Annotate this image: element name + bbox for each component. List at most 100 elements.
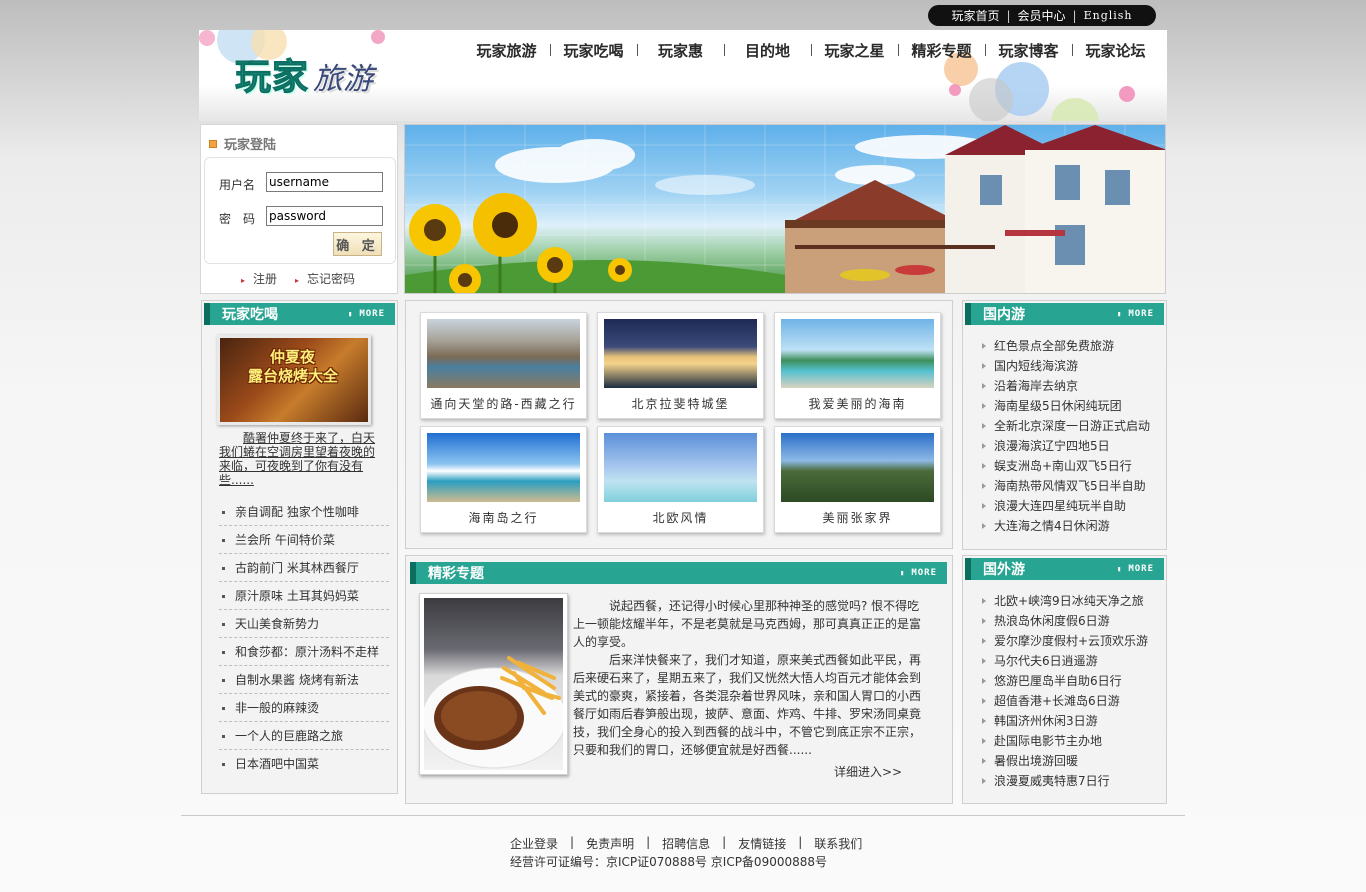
domestic-panel-title: 国内游 [983, 307, 1025, 323]
list-item[interactable]: 天山美食新势力 [219, 610, 389, 638]
footer-link-enterprise-login[interactable]: 企业登录 [510, 835, 558, 852]
decor-bubble [969, 78, 1013, 121]
password-input[interactable] [266, 206, 383, 226]
list-item[interactable]: 爱尔摩沙度假村+云顶欢乐游 [980, 631, 1148, 651]
nav-item-food[interactable]: 玩家吃喝 [550, 40, 637, 61]
login-panel: 玩家登陆 用户名 密 码 确 定 ▸ 注册 ▸ 忘记密码 [200, 124, 398, 294]
steak-photo-inner [424, 598, 563, 770]
footer-link-disclaimer[interactable]: 免责声明 [586, 835, 634, 852]
login-links: ▸ 注册 ▸ 忘记密码 [241, 270, 355, 287]
username-input[interactable] [266, 172, 383, 192]
member-center-link[interactable]: 会员中心 [1018, 7, 1066, 24]
food-more-link[interactable]: MORE [348, 309, 385, 319]
list-item[interactable]: 北欧+峡湾9日冰纯天净之旅 [980, 591, 1148, 611]
nav-item-forum[interactable]: 玩家论坛 [1072, 40, 1159, 61]
photo-grid-panel: 通向天堂的路-西藏之行 北京拉斐特城堡 我爱美丽的海南 海南岛之行 北欧风情 美… [405, 300, 953, 549]
list-item[interactable]: 悠游巴厘岛半自助6日行 [980, 671, 1148, 691]
list-item[interactable]: 超值香港+长滩岛6日游 [980, 691, 1148, 711]
separator: | [646, 835, 651, 849]
feature-paragraph: 后来洋快餐来了，我们才知道，原来美式西餐如此平民，再后来硬石来了，星期五来了，我… [573, 653, 922, 757]
footer-link-jobs[interactable]: 招聘信息 [662, 835, 710, 852]
list-item[interactable]: 和食莎都：原汁汤料不走样 [219, 638, 389, 666]
hero-banner [404, 124, 1166, 294]
nav-item-destination[interactable]: 目的地 [724, 40, 811, 61]
list-item[interactable]: 非一般的麻辣烫 [219, 694, 389, 722]
home-link[interactable]: 玩家首页 [951, 7, 999, 24]
list-item[interactable]: 赴国际电影节主办地 [980, 731, 1148, 751]
list-item[interactable]: 兰会所 午间特价菜 [219, 526, 389, 554]
photo-card-tibet[interactable]: 通向天堂的路-西藏之行 [420, 312, 587, 419]
list-item[interactable]: 亲自调配 独家个性咖啡 [219, 498, 389, 526]
list-item[interactable]: 全新北京深度一日游正式启动 [980, 416, 1150, 436]
feature-more-link[interactable]: MORE [900, 568, 937, 578]
list-item[interactable]: 海南热带风情双飞5日半自助 [980, 476, 1150, 496]
list-item[interactable]: 浪漫海滨辽宁四地5日 [980, 436, 1150, 456]
photo-caption: 海南岛之行 [468, 511, 539, 525]
food-panel: 玩家吃喝 MORE 仲夏夜 露台烧烤大全 酷署仲夏终于来了，白天我们蜷在空调房里… [201, 300, 398, 794]
photo-hainan-sea [781, 319, 934, 388]
separator: | [798, 835, 803, 849]
overseas-travel-panel: 国外游 MORE 北欧+峡湾9日冰纯天净之旅 热浪岛休闲度假6日游 爱尔摩沙度假… [962, 555, 1167, 804]
site-header: 玩家 旅游 玩家旅游 玩家吃喝 玩家惠 目的地 玩家之星 精彩专题 玩家博客 玩… [199, 30, 1167, 121]
logo-text-main: 玩家 [234, 57, 310, 99]
list-item[interactable]: 马尔代夫6日逍遥游 [980, 651, 1148, 671]
overseas-list: 北欧+峡湾9日冰纯天净之旅 热浪岛休闲度假6日游 爱尔摩沙度假村+云顶欢乐游 马… [980, 591, 1148, 791]
english-link[interactable]: English [1084, 9, 1133, 22]
list-item[interactable]: 日本酒吧中国菜 [219, 750, 389, 778]
nav-item-topics[interactable]: 精彩专题 [898, 40, 985, 61]
photo-nordic [604, 433, 757, 502]
photo-card-castle[interactable]: 北京拉斐特城堡 [597, 312, 764, 419]
site-logo[interactable]: 玩家 旅游 [234, 48, 374, 100]
list-item[interactable]: 韩国济州休闲3日游 [980, 711, 1148, 731]
forgot-password-link[interactable]: ▸ 忘记密码 [295, 270, 355, 287]
photo-card-nordic[interactable]: 北欧风情 [597, 426, 764, 533]
separator: | [570, 835, 575, 849]
list-item[interactable]: 热浪岛休闲度假6日游 [980, 611, 1148, 631]
list-item[interactable]: 暑假出境游回暖 [980, 751, 1148, 771]
bbq-promo-image[interactable]: 仲夏夜 露台烧烤大全 [217, 335, 371, 425]
photo-caption: 北欧风情 [652, 511, 709, 525]
list-item[interactable]: 古韵前门 米其林西餐厅 [219, 554, 389, 582]
forgot-label: 忘记密码 [307, 272, 356, 286]
decor-bubble [371, 30, 385, 44]
photo-card-hainan-island[interactable]: 海南岛之行 [420, 426, 587, 533]
password-label: 密 码 [219, 212, 256, 226]
list-item[interactable]: 一个人的巨鹿路之旅 [219, 722, 389, 750]
list-item[interactable]: 浪漫夏威夷特惠7日行 [980, 771, 1148, 791]
list-item[interactable]: 沿着海岸去纳京 [980, 376, 1150, 396]
overseas-panel-title: 国外游 [983, 562, 1025, 578]
nav-item-blog[interactable]: 玩家博客 [985, 40, 1072, 61]
steak-photo[interactable] [419, 593, 568, 775]
list-item[interactable]: 蜈支洲岛+南山双飞5日行 [980, 456, 1150, 476]
nav-item-stars[interactable]: 玩家之星 [811, 40, 898, 61]
food-panel-header: 玩家吃喝 MORE [204, 303, 395, 325]
list-item[interactable]: 原汁原味 土耳其妈妈菜 [219, 582, 389, 610]
photo-caption: 北京拉斐特城堡 [631, 397, 730, 411]
list-item[interactable]: 红色景点全部免费旅游 [980, 336, 1150, 356]
food-panel-title: 玩家吃喝 [222, 307, 278, 323]
decor-bubble [1119, 86, 1135, 102]
list-item[interactable]: 海南星级5日休闲纯玩团 [980, 396, 1150, 416]
photo-card-zhangjiajie[interactable]: 美丽张家界 [774, 426, 941, 533]
feature-paragraph: 说起西餐，还记得小时候心里那种神圣的感觉吗? 恨不得吃上一顿能炫耀半年，不是老莫… [573, 599, 922, 649]
photo-card-hainan-sea[interactable]: 我爱美丽的海南 [774, 312, 941, 419]
list-item[interactable]: 浪漫大连四星纯玩半自助 [980, 496, 1150, 516]
domestic-more-link[interactable]: MORE [1117, 309, 1154, 319]
footer-link-contact[interactable]: 联系我们 [814, 835, 862, 852]
logo-text-sub: 旅游 [313, 62, 374, 97]
list-item[interactable]: 自制水果酱 烧烤有新法 [219, 666, 389, 694]
overseas-more-link[interactable]: MORE [1117, 564, 1154, 574]
footer-link-friends[interactable]: 友情链接 [738, 835, 786, 852]
food-intro-link[interactable]: 酷署仲夏终于来了，白天我们蜷在空调房里望着夜晚的来临，可夜晚到了你有没有些...… [219, 431, 379, 487]
list-item[interactable]: 国内短线海滨游 [980, 356, 1150, 376]
nav-item-travel[interactable]: 玩家旅游 [463, 40, 550, 61]
top-links-bar: 玩家首页 | 会员中心 | English [928, 5, 1156, 26]
register-label: 注册 [253, 272, 278, 286]
feature-readmore-link[interactable]: 详细进入>> [834, 763, 902, 780]
decor-bubble [199, 30, 215, 46]
separator: | [1006, 8, 1011, 23]
register-link[interactable]: ▸ 注册 [241, 270, 277, 287]
login-submit-button[interactable]: 确 定 [333, 232, 382, 256]
nav-item-deals[interactable]: 玩家惠 [637, 40, 724, 61]
list-item[interactable]: 大连海之情4日休闲游 [980, 516, 1150, 536]
